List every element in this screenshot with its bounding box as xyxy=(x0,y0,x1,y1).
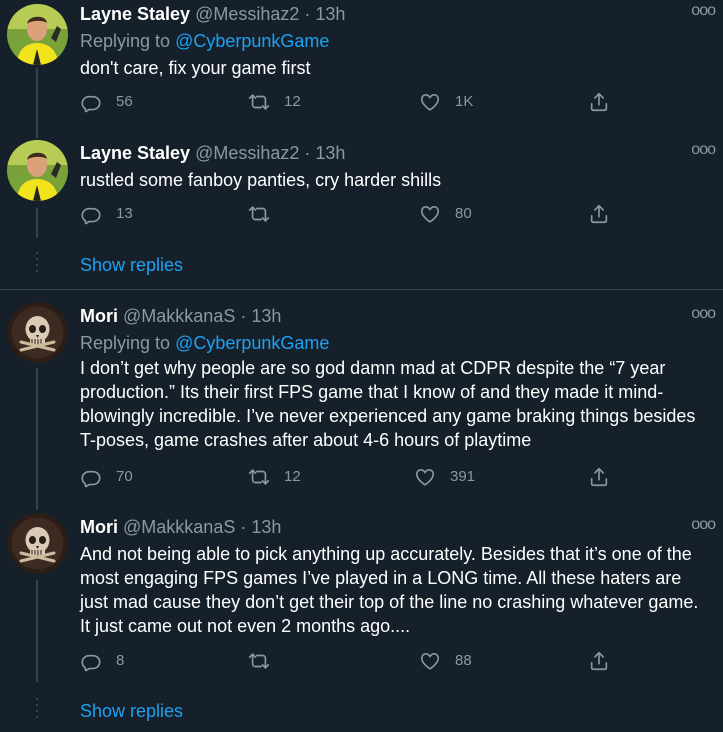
replying-prefix: Replying to xyxy=(80,333,171,353)
avatar[interactable] xyxy=(7,140,68,201)
retweet-button[interactable] xyxy=(248,203,284,225)
more-options-button[interactable]: ooo xyxy=(691,142,716,158)
author-handle[interactable]: @MakkkanaS xyxy=(123,306,235,326)
share-icon xyxy=(588,466,610,488)
author-handle[interactable]: @Messihaz2 xyxy=(195,4,299,24)
share-button[interactable] xyxy=(588,466,624,488)
reply-count: 13 xyxy=(116,205,133,222)
skull-avatar-icon xyxy=(7,513,68,574)
thread-line xyxy=(36,208,38,238)
reply-count: 70 xyxy=(116,468,133,485)
share-icon xyxy=(588,203,610,225)
tweet[interactable]: Layne Staley @Messihaz2 · 13h ooo rustle… xyxy=(0,130,723,290)
replying-prefix: Replying to xyxy=(80,31,171,51)
reply-button[interactable]: 56 xyxy=(80,91,133,113)
reply-count: 56 xyxy=(116,93,133,110)
reply-count: 8 xyxy=(116,652,125,669)
share-button[interactable] xyxy=(588,203,624,225)
share-button[interactable] xyxy=(588,650,624,672)
show-replies-link[interactable]: Show replies xyxy=(80,700,183,722)
soccer-player-avatar-icon xyxy=(7,4,68,65)
retweet-icon xyxy=(248,91,270,113)
author-name[interactable]: Layne Staley xyxy=(80,143,190,163)
tweet[interactable]: Layne Staley @Messihaz2 · 13h ooo Replyi… xyxy=(0,0,723,130)
retweet-button[interactable] xyxy=(248,650,284,672)
tweet[interactable]: Mori @MakkkanaS · 13h ooo Replying to @C… xyxy=(0,290,723,510)
author-name[interactable]: Mori xyxy=(80,517,118,537)
like-icon xyxy=(419,203,441,225)
author-handle[interactable]: @Messihaz2 xyxy=(195,143,299,163)
tweet-actions: 56 12 1K xyxy=(80,91,620,117)
retweet-count: 12 xyxy=(284,468,301,485)
like-icon xyxy=(419,650,441,672)
like-icon xyxy=(419,91,441,113)
retweet-icon xyxy=(248,203,270,225)
show-replies-link[interactable]: Show replies xyxy=(80,254,183,276)
like-button[interactable]: 88 xyxy=(419,650,472,672)
tweet-text: And not being able to pick anything up a… xyxy=(80,544,699,636)
tweet[interactable]: Mori @MakkkanaS · 13h ooo And not being … xyxy=(0,510,723,732)
avatar[interactable] xyxy=(7,4,68,65)
author-name[interactable]: Layne Staley xyxy=(80,4,190,24)
retweet-icon xyxy=(248,466,270,488)
tweet-header: Mori @MakkkanaS · 13h xyxy=(80,305,281,327)
soccer-player-avatar-icon xyxy=(7,140,68,201)
tweet-header: Layne Staley @Messihaz2 · 13h xyxy=(80,142,345,164)
tweet-text: rustled some fanboy panties, cry harder … xyxy=(80,170,442,190)
thread-line xyxy=(36,368,38,510)
thread-line xyxy=(36,580,38,682)
mention-link[interactable]: @CyberpunkGame xyxy=(175,333,329,353)
like-icon xyxy=(414,466,436,488)
like-count: 88 xyxy=(455,652,472,669)
replying-to: Replying to @CyberpunkGame xyxy=(80,30,329,52)
tweet-time[interactable]: · 13h xyxy=(240,306,281,326)
avatar[interactable] xyxy=(7,302,68,363)
reply-icon xyxy=(80,91,102,113)
retweet-button[interactable]: 12 xyxy=(248,466,301,488)
retweet-count: 12 xyxy=(284,93,301,110)
more-replies-dots xyxy=(36,252,38,274)
more-options-button[interactable]: ooo xyxy=(691,3,716,19)
thread-line xyxy=(36,68,38,130)
tweet-time[interactable]: · 13h xyxy=(304,143,345,163)
like-count: 1K xyxy=(455,93,474,110)
share-button[interactable] xyxy=(588,91,624,113)
more-options-button[interactable]: ooo xyxy=(691,306,716,322)
tweet-actions: 13 80 xyxy=(80,203,620,229)
replying-to: Replying to @CyberpunkGame xyxy=(80,332,329,354)
tweet-text: don't care, fix your game first xyxy=(80,58,311,78)
tweet-text: I don’t get why people are so god damn m… xyxy=(80,358,696,450)
retweet-button[interactable]: 12 xyxy=(248,91,301,113)
mention-link[interactable]: @CyberpunkGame xyxy=(175,31,329,51)
reply-button[interactable]: 8 xyxy=(80,650,124,672)
like-button[interactable]: 1K xyxy=(419,91,473,113)
more-options-button[interactable]: ooo xyxy=(691,517,716,533)
share-icon xyxy=(588,650,610,672)
tweet-actions: 70 12 391 xyxy=(80,466,620,492)
reply-icon xyxy=(80,650,102,672)
like-button[interactable]: 391 xyxy=(414,466,475,488)
tweet-time[interactable]: · 13h xyxy=(304,4,345,24)
reply-icon xyxy=(80,466,102,488)
like-button[interactable]: 80 xyxy=(419,203,472,225)
reply-icon xyxy=(80,203,102,225)
tweet-header: Layne Staley @Messihaz2 · 13h xyxy=(80,3,345,25)
author-name[interactable]: Mori xyxy=(80,306,118,326)
reply-button[interactable]: 13 xyxy=(80,203,133,225)
reply-button[interactable]: 70 xyxy=(80,466,133,488)
like-count: 391 xyxy=(450,468,476,485)
more-replies-dots xyxy=(36,698,38,720)
author-handle[interactable]: @MakkkanaS xyxy=(123,517,235,537)
skull-avatar-icon xyxy=(7,302,68,363)
tweet-time[interactable]: · 13h xyxy=(240,517,281,537)
share-icon xyxy=(588,91,610,113)
tweet-header: Mori @MakkkanaS · 13h xyxy=(80,516,281,538)
tweet-actions: 8 88 xyxy=(80,650,620,676)
avatar[interactable] xyxy=(7,513,68,574)
like-count: 80 xyxy=(455,205,472,222)
retweet-icon xyxy=(248,650,270,672)
thread-line xyxy=(36,130,38,138)
